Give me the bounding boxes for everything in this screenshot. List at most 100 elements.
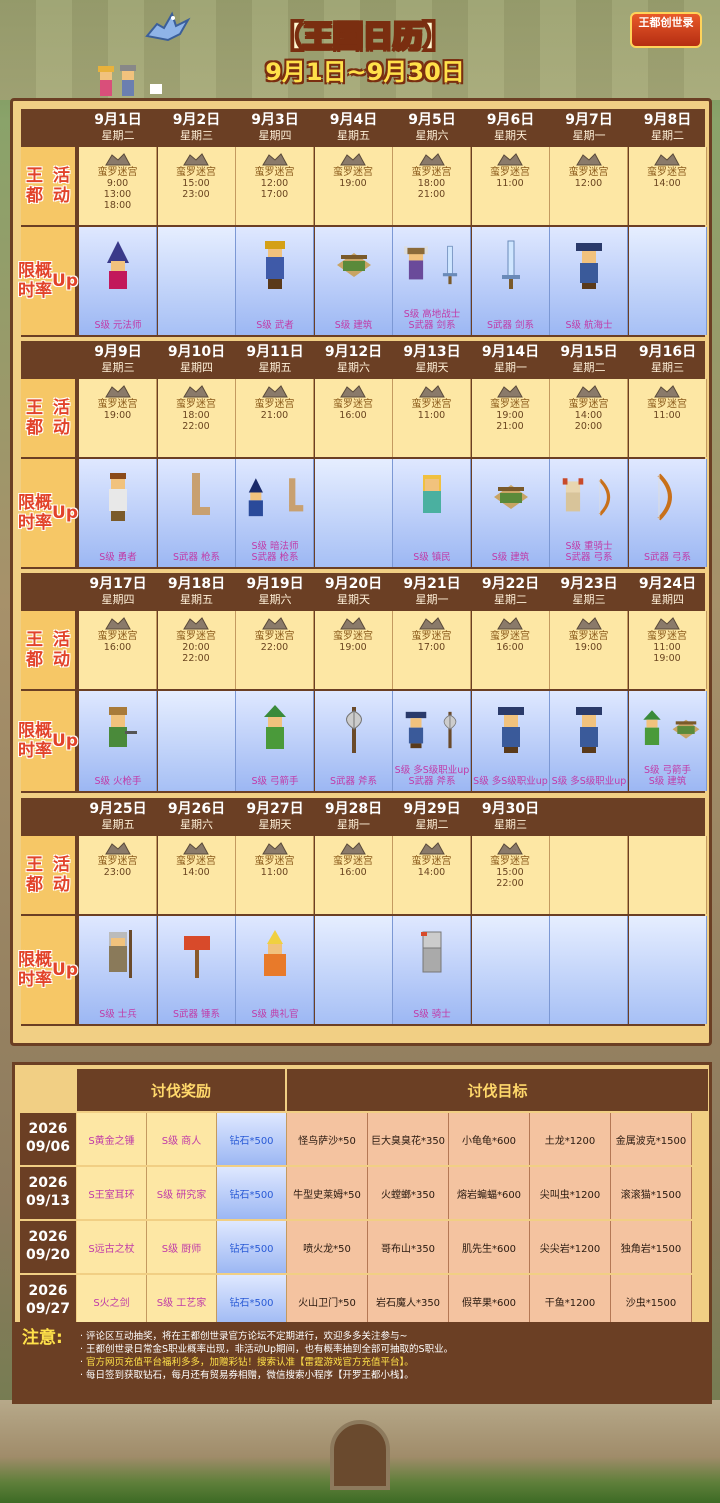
up-cell: S级 弓箭手 S级 建筑: [628, 691, 707, 791]
activity-name: 蛮罗迷宫: [490, 167, 530, 178]
up-caption: S级 重骑士 S武器 弓系: [550, 541, 628, 563]
day-date: 9月22日: [481, 576, 540, 592]
day-header: 9月5日 星期六: [393, 111, 471, 147]
note-line: · 每日签到获取钻石，每月还有贸易券相赠，微信搜索小程序【开罗王都小栈】。: [80, 1370, 414, 1381]
up-caption-line: S级 武者: [256, 320, 294, 331]
day-weekday: 星期天: [415, 361, 449, 374]
date-range-subtitle: 9月1日~9月30日: [265, 58, 465, 86]
activity-name: 蛮罗迷宫: [333, 631, 373, 642]
activity-name: 蛮罗迷宫: [490, 399, 530, 410]
day-weekday: 星期四: [258, 129, 292, 142]
target-monster: 喷火龙*50: [287, 1221, 368, 1273]
up-caption-line: S级 弓箭手: [251, 776, 299, 787]
dungeon-icon: [104, 153, 131, 166]
activity-name: 蛮罗迷宫: [647, 631, 687, 642]
day-date: 9月27日: [246, 801, 304, 817]
activity-row-label: 王都 活动: [21, 611, 77, 689]
up-cell: S武器 斧系: [314, 691, 393, 791]
up-caption-line: S级 高地战士: [403, 309, 461, 320]
up-cell: S级 高地战士 S武器 剑系: [393, 227, 471, 335]
up-row-label: 限时 概率 Up: [18, 459, 78, 567]
up-cell: S级 多S级职业up S武器 斧系: [393, 691, 471, 791]
day-weekday: 星期四: [101, 593, 135, 606]
day-date: 9月14日: [481, 344, 540, 360]
day-date: 9月8日: [643, 112, 692, 128]
activity-row-label: 王都 活动: [21, 147, 77, 225]
reward-item: S级 商人: [147, 1113, 217, 1165]
day-header: 9月18日 星期五: [158, 575, 236, 611]
up-cell: [550, 916, 628, 1024]
up-caption-line: S级 骑士: [413, 1009, 451, 1020]
up-caption: S武器 锤系: [158, 1009, 236, 1020]
activity-cell: 蛮罗迷宫 19:00: [314, 147, 393, 225]
day-weekday: 星期四: [651, 593, 684, 606]
up-caption-line: S级 重骑士: [565, 541, 613, 552]
up-cell: S级 航海士: [550, 227, 628, 335]
note-line: · 评论区互动抽奖，将在王都创世录官方论坛不定期进行，欢迎多多关注参与~: [80, 1331, 408, 1342]
day-weekday: 星期三: [180, 129, 213, 142]
up-caption: S级 航海士: [550, 320, 628, 331]
activity-cell: 蛮罗迷宫 19:00: [550, 611, 628, 689]
activity-cell: 蛮罗迷宫 16:00: [314, 379, 393, 457]
dungeon-icon: [340, 385, 366, 398]
activity-time: 12:00: [574, 178, 603, 189]
reward-row: 2026 09/06 S黄金之锤 S级 商人 钻石*500 怪鸟萨沙*50 巨大臭臭花*35…: [20, 1113, 708, 1165]
activity-row-label: 王都 活动: [21, 836, 77, 914]
day-weekday: 星期一: [337, 818, 370, 831]
day-header: 9月26日 星期六: [158, 800, 236, 836]
up-cell: S级 火枪手: [79, 691, 157, 791]
activity-time: 11:00: [417, 410, 446, 421]
day-weekday: 星期六: [415, 129, 449, 142]
day-date: 9月24日: [638, 576, 697, 592]
activity-time: 11:00: [496, 178, 524, 189]
target-monster: 尖尖岩*1200: [530, 1221, 611, 1273]
activity-cell: 蛮罗迷宫 11:00: [236, 836, 314, 914]
day-weekday: 星期三: [494, 818, 527, 831]
day-date: 9月3日: [251, 112, 299, 128]
dungeon-icon: [575, 617, 602, 630]
activity-time: 11:00: [260, 867, 289, 878]
target-monster: 金属波克*1500: [611, 1113, 692, 1165]
dungeon-icon: [418, 153, 445, 166]
up-caption-line: S级 士兵: [99, 1009, 137, 1020]
up-caption-line: S武器 剑系: [486, 320, 535, 331]
up-caption: S级 高地战士 S武器 剑系: [393, 309, 471, 331]
day-date: 9月1日: [94, 112, 142, 128]
up-caption-line: S级 建筑: [334, 320, 373, 331]
dungeon-icon: [104, 617, 131, 630]
up-caption-line: S级 典礼官: [251, 1009, 299, 1020]
activity-cell: 蛮罗迷宫 18:00 21:00: [393, 147, 471, 225]
up-cell: [314, 459, 393, 567]
up-cell: S级 建筑: [471, 459, 550, 567]
day-weekday: 星期一: [415, 593, 449, 606]
up-caption: S武器 斧系: [315, 776, 393, 787]
up-cell: S级 士兵: [79, 916, 157, 1024]
activity-cell: [628, 836, 707, 914]
up-caption-line: S级 元法师: [94, 320, 142, 331]
activity-name: 蛮罗迷宫: [254, 856, 295, 867]
day-header: 9月12日 星期六: [315, 343, 393, 379]
activity-name: 蛮罗迷宫: [647, 399, 687, 410]
dungeon-icon: [654, 385, 680, 398]
activity-time: 22:00: [260, 642, 289, 653]
day-weekday: 星期一: [572, 129, 606, 142]
up-caption-line: S级 勇者: [99, 552, 137, 563]
dungeon-icon: [418, 842, 445, 855]
up-caption: S级 火枪手: [79, 776, 157, 787]
pirate-icon: [497, 707, 524, 753]
activity-cell: 蛮罗迷宫 16:00: [471, 611, 550, 689]
calendar-panel: 王都 活动 限时 概率 Up 9月1日 星期二 蛮罗迷宫 9:00 13:00 18:00 S级 元法…: [10, 98, 712, 1046]
up-caption-line: S武器 斧系: [408, 776, 456, 787]
up-caption-line: S级 多S级职业up: [394, 765, 470, 776]
day-date: 9月10日: [167, 344, 226, 360]
activity-cell: 蛮罗迷宫 11:00: [393, 379, 471, 457]
day-weekday: 星期三: [651, 361, 684, 374]
activity-cell: 蛮罗迷宫 11:00 19:00: [628, 611, 707, 689]
activity-time: 22:00: [496, 878, 524, 889]
day-date: 9月4日: [329, 112, 378, 128]
bishop-icon: [264, 930, 286, 976]
dungeon-icon: [261, 153, 288, 166]
day-date: 9月13日: [403, 344, 461, 360]
up-caption-line: S级 弓箭手: [643, 765, 692, 776]
day-header: 9月24日 星期四: [629, 575, 707, 611]
